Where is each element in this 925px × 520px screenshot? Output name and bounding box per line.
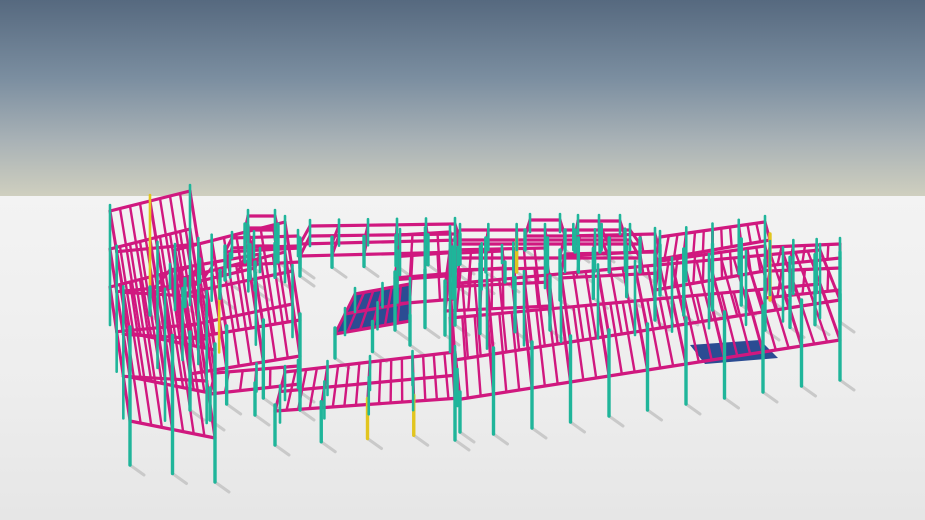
beam bbox=[330, 252, 366, 257]
joist bbox=[621, 300, 636, 374]
beam bbox=[298, 253, 334, 258]
column-shadow bbox=[761, 390, 779, 404]
joist bbox=[377, 359, 382, 405]
beam bbox=[596, 265, 637, 272]
joist bbox=[572, 305, 585, 382]
column-shadow bbox=[800, 384, 817, 398]
beam bbox=[453, 267, 482, 273]
beam bbox=[261, 354, 302, 364]
beam bbox=[658, 231, 688, 239]
column-shadow bbox=[492, 432, 509, 446]
joist bbox=[354, 362, 361, 407]
joist bbox=[746, 223, 753, 245]
joist bbox=[720, 227, 724, 250]
beam bbox=[491, 346, 534, 356]
joist bbox=[421, 354, 427, 402]
beam bbox=[485, 309, 526, 317]
column-shadow bbox=[298, 408, 316, 422]
joist bbox=[801, 244, 807, 264]
column-shadow bbox=[838, 320, 856, 334]
3d-viewport[interactable] bbox=[0, 0, 925, 520]
column-shadow bbox=[607, 414, 625, 428]
beam bbox=[670, 292, 711, 300]
column-shadow bbox=[213, 480, 231, 494]
joist bbox=[701, 253, 705, 283]
column-shadow bbox=[273, 443, 291, 457]
beam bbox=[710, 224, 741, 232]
beam bbox=[478, 282, 517, 287]
beam bbox=[513, 304, 552, 310]
joist bbox=[432, 353, 439, 401]
beam bbox=[252, 235, 278, 239]
beam bbox=[568, 374, 611, 384]
column-shadow bbox=[723, 396, 740, 410]
beam bbox=[478, 306, 517, 311]
column-shadow bbox=[366, 437, 383, 450]
beam bbox=[530, 380, 573, 390]
beam bbox=[478, 249, 504, 254]
column-shadow bbox=[453, 438, 471, 452]
beam bbox=[722, 310, 765, 320]
joist bbox=[389, 358, 393, 405]
column-shadow bbox=[684, 402, 702, 416]
structural-frame-model[interactable] bbox=[0, 0, 925, 520]
column-shadow bbox=[646, 408, 663, 422]
beam bbox=[252, 245, 278, 249]
column-shadow bbox=[412, 433, 430, 447]
beam bbox=[362, 252, 398, 256]
column-shadow bbox=[319, 440, 337, 454]
joist bbox=[776, 245, 783, 266]
column-shadow bbox=[393, 328, 411, 342]
beam bbox=[684, 227, 715, 235]
joist bbox=[692, 230, 697, 255]
column-shadow bbox=[423, 326, 441, 339]
beam bbox=[633, 299, 649, 372]
joist bbox=[584, 304, 598, 380]
joist bbox=[609, 302, 624, 376]
column-shadow bbox=[171, 472, 188, 485]
beam bbox=[208, 387, 257, 396]
joist bbox=[701, 229, 705, 253]
column-shadow bbox=[569, 420, 586, 434]
beam bbox=[453, 352, 496, 362]
beam bbox=[478, 266, 507, 272]
beam bbox=[737, 220, 767, 228]
joist bbox=[663, 234, 670, 260]
beam bbox=[298, 241, 334, 246]
joist bbox=[672, 233, 679, 258]
joist bbox=[728, 249, 733, 278]
beam bbox=[330, 240, 366, 245]
column-shadow bbox=[530, 426, 548, 440]
joist bbox=[720, 257, 739, 318]
beam bbox=[607, 368, 650, 378]
column-shadow bbox=[838, 378, 856, 392]
column-shadow bbox=[330, 265, 348, 279]
joist bbox=[755, 222, 762, 243]
beam bbox=[225, 360, 265, 370]
column-shadow bbox=[253, 413, 271, 427]
beam bbox=[645, 362, 688, 372]
column-shadow bbox=[458, 430, 476, 444]
joist bbox=[238, 369, 244, 392]
beam bbox=[491, 386, 534, 396]
beam bbox=[799, 338, 842, 348]
joist bbox=[826, 243, 830, 261]
column-shadow bbox=[128, 463, 146, 477]
column-shadow bbox=[225, 402, 243, 416]
column-shadow bbox=[362, 264, 380, 278]
joist bbox=[728, 225, 733, 248]
